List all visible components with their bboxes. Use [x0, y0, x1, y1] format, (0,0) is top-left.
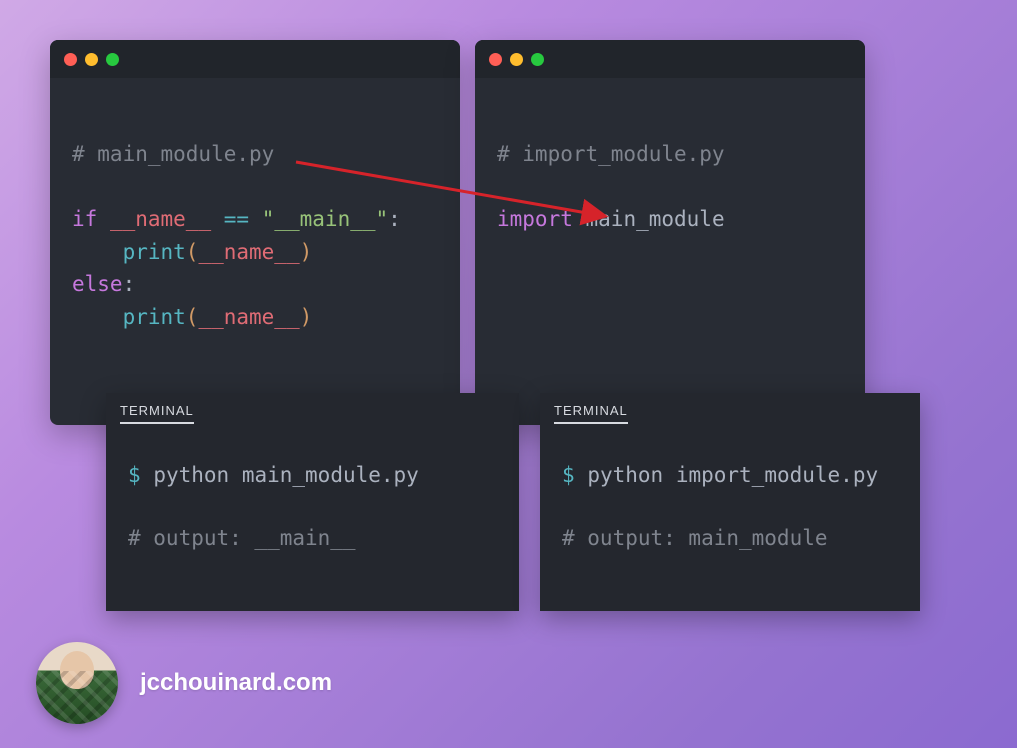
terminal-import-module: TERMINAL $ python import_module.py # out…: [540, 393, 920, 611]
code-comment: # main_module.py: [72, 142, 274, 166]
author-avatar: [36, 642, 118, 724]
colon: :: [388, 207, 401, 231]
operator-eq: ==: [224, 207, 249, 231]
code-window-main-module: # main_module.py if __name__ == "__main_…: [50, 40, 460, 425]
paren-close: ): [300, 240, 313, 264]
paren-open: (: [186, 305, 199, 329]
imported-module-name: main_module: [586, 207, 725, 231]
keyword-import: import: [497, 207, 573, 231]
traffic-light-zoom-icon: [531, 53, 544, 66]
terminal-tab: TERMINAL: [540, 393, 920, 430]
colon: :: [123, 272, 136, 296]
string-main: "__main__": [262, 207, 388, 231]
prompt-symbol: $: [562, 463, 575, 487]
terminal-tab-label: TERMINAL: [120, 403, 194, 424]
func-print: print: [123, 240, 186, 264]
code-window-import-module: # import_module.py import main_module: [475, 40, 865, 425]
dunder-name: __name__: [110, 207, 211, 231]
terminal-command: python import_module.py: [587, 463, 878, 487]
terminal-tab-label: TERMINAL: [554, 403, 628, 424]
code-comment: # import_module.py: [497, 142, 725, 166]
traffic-light-minimize-icon: [510, 53, 523, 66]
code-body-import-module: # import_module.py import main_module: [475, 78, 865, 266]
terminal-tab: TERMINAL: [106, 393, 519, 430]
dunder-name-arg: __name__: [198, 305, 299, 329]
prompt-symbol: $: [128, 463, 141, 487]
traffic-light-zoom-icon: [106, 53, 119, 66]
terminal-command: python main_module.py: [153, 463, 419, 487]
traffic-light-close-icon: [489, 53, 502, 66]
traffic-light-close-icon: [64, 53, 77, 66]
terminal-output: # output: __main__: [128, 526, 356, 550]
paren-close: ): [300, 305, 313, 329]
keyword-else: else: [72, 272, 123, 296]
window-titlebar: [475, 40, 865, 78]
terminal-main-module: TERMINAL $ python main_module.py # outpu…: [106, 393, 519, 611]
keyword-if: if: [72, 207, 97, 231]
dunder-name-arg: __name__: [198, 240, 299, 264]
terminal-body: $ python import_module.py # output: main…: [540, 430, 920, 589]
paren-open: (: [186, 240, 199, 264]
code-body-main-module: # main_module.py if __name__ == "__main_…: [50, 78, 460, 363]
traffic-light-minimize-icon: [85, 53, 98, 66]
window-titlebar: [50, 40, 460, 78]
terminal-body: $ python main_module.py # output: __main…: [106, 430, 519, 589]
author-site: jcchouinard.com: [140, 669, 332, 697]
terminal-output: # output: main_module: [562, 526, 828, 550]
attribution: jcchouinard.com: [36, 642, 332, 724]
func-print: print: [123, 305, 186, 329]
